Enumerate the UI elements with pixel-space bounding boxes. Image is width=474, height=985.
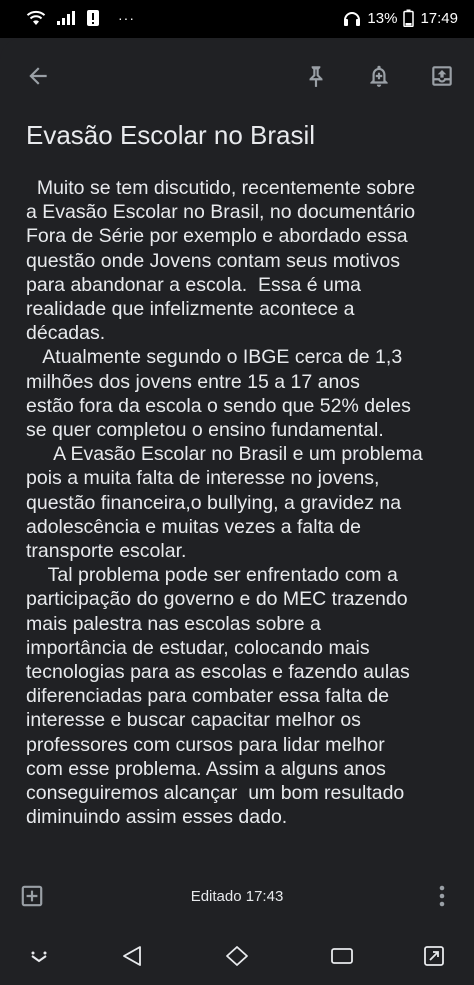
alert-icon — [87, 10, 99, 26]
signal-icon — [57, 11, 75, 25]
back-button[interactable] — [16, 54, 60, 98]
note-body[interactable]: Muito se tem discutido, recentemente sob… — [26, 176, 456, 829]
system-navigation-bar — [0, 928, 474, 985]
home-icon — [226, 946, 248, 966]
hide-nav-button[interactable] — [22, 942, 56, 972]
note-title[interactable]: Evasão Escolar no Brasil — [26, 120, 315, 151]
bell-plus-icon — [370, 65, 388, 87]
edited-timestamp: Editado 17:43 — [190, 888, 284, 905]
clock: 17:49 — [420, 9, 458, 27]
battery-icon — [403, 9, 415, 27]
archive-icon — [432, 66, 452, 86]
archive-button[interactable] — [420, 54, 464, 98]
more-options-button[interactable] — [424, 876, 460, 916]
pin-button[interactable] — [294, 54, 338, 98]
nav-home-button[interactable] — [216, 938, 258, 974]
status-right: 13% 17:49 — [343, 9, 458, 27]
triangle-back-icon — [123, 946, 141, 966]
arrow-left-icon — [29, 67, 47, 85]
screen-rotate-icon — [424, 946, 444, 966]
pin-icon — [309, 66, 323, 87]
bottom-toolbar: Editado 17:43 — [0, 874, 474, 920]
reminder-button[interactable] — [357, 54, 401, 98]
chevron-down-icon — [31, 951, 47, 963]
status-bar: ··· 13% 17:49 — [0, 0, 474, 38]
more-notifications: ··· — [118, 10, 135, 26]
wifi-icon — [26, 10, 46, 25]
headset-icon — [344, 12, 361, 26]
top-toolbar — [0, 38, 474, 114]
nav-back-button[interactable] — [112, 938, 152, 974]
note-editor: Evasão Escolar no Brasil Muito se tem di… — [0, 38, 474, 985]
recents-icon — [331, 948, 353, 964]
nav-rotate-button[interactable] — [414, 938, 454, 974]
more-vert-icon — [439, 885, 445, 907]
nav-recents-button[interactable] — [322, 938, 362, 974]
battery-percent: 13% — [367, 9, 398, 27]
status-left: ··· — [26, 9, 135, 27]
